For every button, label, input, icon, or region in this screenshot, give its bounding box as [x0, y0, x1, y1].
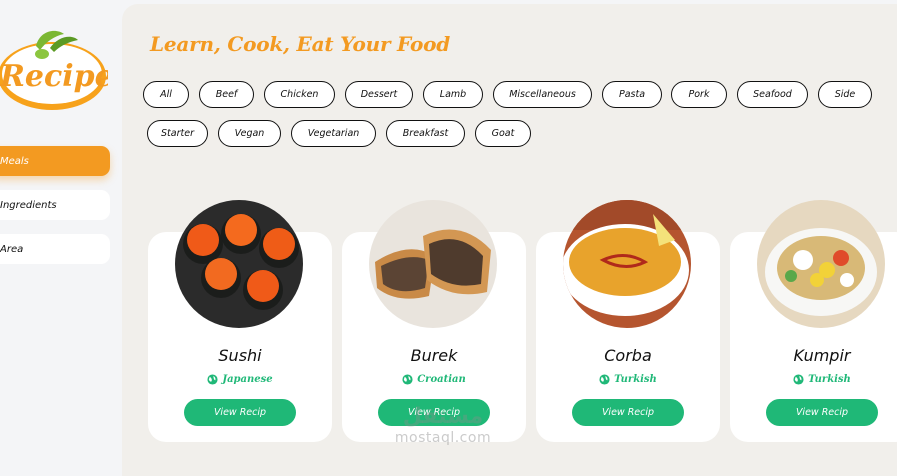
- page-title: Learn, Cook, Eat Your Food: [150, 32, 451, 56]
- meal-card-corba[interactable]: Corba Turkish View Recip: [536, 200, 720, 442]
- logo-text: Recipe: [0, 59, 108, 94]
- globe-icon: [793, 374, 804, 385]
- category-chip-side[interactable]: Side: [818, 81, 872, 108]
- meal-name: Kumpir: [793, 346, 851, 365]
- view-recipe-button[interactable]: View Recip: [572, 399, 684, 426]
- meal-area: Turkish: [730, 374, 897, 385]
- view-recipe-button[interactable]: View Recip: [378, 399, 490, 426]
- meal-area-label: Japanese: [222, 374, 273, 385]
- meal-image-burek[interactable]: [369, 200, 497, 328]
- category-chip-vegan[interactable]: Vegan: [218, 120, 281, 147]
- recipe-logo[interactable]: Recipe: [0, 26, 114, 112]
- view-recipe-button[interactable]: View Recip: [766, 399, 878, 426]
- meal-area: Croatian: [342, 374, 526, 385]
- meal-card-sushi[interactable]: Sushi Japanese View Recip: [148, 200, 332, 442]
- meal-area-label: Turkish: [614, 374, 657, 385]
- sidebar-item-label: Ingredients: [0, 199, 57, 211]
- sidebar-item-label: Area: [0, 243, 24, 255]
- meal-name: Corba: [604, 346, 652, 365]
- meal-area-label: Turkish: [808, 374, 851, 385]
- category-chip-pasta[interactable]: Pasta: [602, 81, 662, 108]
- globe-icon: [599, 374, 610, 385]
- meal-image-kumpir[interactable]: [757, 200, 885, 328]
- meal-image-corba[interactable]: [563, 200, 691, 328]
- globe-icon: [402, 374, 413, 385]
- meal-area-label: Croatian: [417, 374, 466, 385]
- category-chip-goat[interactable]: Goat: [475, 120, 531, 147]
- meal-area: Turkish: [536, 374, 720, 385]
- globe-icon: [207, 374, 218, 385]
- meal-name: Sushi: [218, 346, 262, 365]
- category-chip-beef[interactable]: Beef: [199, 81, 254, 108]
- category-chip-all[interactable]: All: [143, 81, 189, 108]
- sidebar: Recipe Meals Ingredients Area: [0, 0, 122, 476]
- category-chip-starter[interactable]: Starter: [147, 120, 208, 147]
- sidebar-item-label: Meals: [0, 155, 29, 167]
- category-chip-chicken[interactable]: Chicken: [264, 81, 335, 108]
- sidebar-item-area[interactable]: Area: [0, 234, 110, 264]
- meal-area: Japanese: [148, 374, 332, 385]
- category-chip-lamb[interactable]: Lamb: [423, 81, 483, 108]
- meal-card-burek[interactable]: Burek Croatian View Recip: [342, 200, 526, 442]
- category-chip-miscellaneous[interactable]: Miscellaneous: [493, 81, 592, 108]
- meal-image-sushi[interactable]: [175, 200, 303, 328]
- sidebar-item-meals[interactable]: Meals: [0, 146, 110, 176]
- meal-name: Burek: [410, 346, 458, 365]
- category-chip-vegetarian[interactable]: Vegetarian: [291, 120, 376, 147]
- view-recipe-button[interactable]: View Recip: [184, 399, 296, 426]
- category-chip-dessert[interactable]: Dessert: [345, 81, 413, 108]
- category-chip-seafood[interactable]: Seafood: [737, 81, 808, 108]
- category-chip-pork[interactable]: Pork: [671, 81, 727, 108]
- sidebar-item-ingredients[interactable]: Ingredients: [0, 190, 110, 220]
- meal-card-kumpir[interactable]: Kumpir Turkish View Recip: [730, 200, 897, 442]
- category-chip-breakfast[interactable]: Breakfast: [386, 120, 465, 147]
